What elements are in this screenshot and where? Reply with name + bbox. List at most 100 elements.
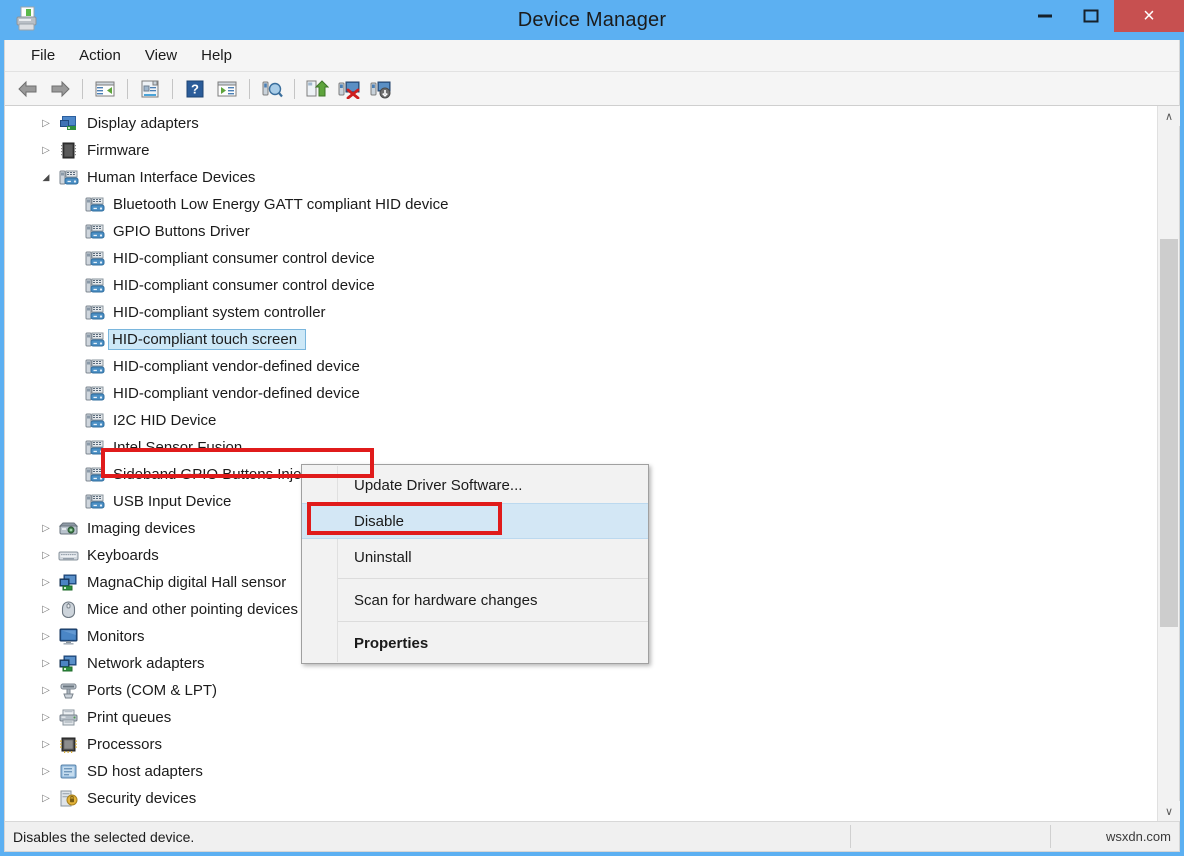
toolbar-separator bbox=[249, 79, 250, 99]
tree-node[interactable]: ▷Security devices bbox=[5, 785, 1157, 812]
toolbar-separator bbox=[172, 79, 173, 99]
device-manager-window: Device Manager × File Action View Help bbox=[0, 0, 1184, 856]
menu-file[interactable]: File bbox=[19, 44, 67, 67]
scan-for-hardware-changes-button[interactable] bbox=[257, 75, 287, 103]
status-divider bbox=[850, 825, 851, 848]
client-area: File Action View Help bbox=[4, 40, 1180, 852]
help-button[interactable]: ? bbox=[180, 75, 210, 103]
tree-node[interactable]: GPIO Buttons Driver bbox=[5, 218, 1157, 245]
scroll-down-button[interactable]: ∨ bbox=[1158, 801, 1180, 821]
collapse-triangle-icon[interactable]: ◢ bbox=[35, 172, 57, 183]
tree-node[interactable]: ▷ SD host adapters bbox=[5, 758, 1157, 785]
expand-triangle-icon[interactable]: ▷ bbox=[35, 145, 57, 156]
tree-node[interactable]: ◢Human Interface Devices bbox=[5, 164, 1157, 191]
context-menu-item-scan-for-hardware-changes[interactable]: Scan for hardware changes bbox=[302, 582, 648, 618]
tree-node-label: GPIO Buttons Driver bbox=[111, 222, 252, 241]
vertical-scrollbar[interactable]: ∧ ∨ bbox=[1157, 106, 1179, 821]
disable-device-button[interactable] bbox=[366, 75, 396, 103]
hid-device-icon bbox=[83, 438, 105, 458]
hid-device-icon bbox=[83, 303, 105, 323]
tree-node-label: Ports (COM & LPT) bbox=[85, 681, 219, 700]
sd-card-icon bbox=[57, 762, 79, 782]
tree-node[interactable]: HID-compliant vendor-defined device bbox=[5, 380, 1157, 407]
expand-triangle-icon[interactable]: ▷ bbox=[35, 658, 57, 669]
show-hide-console-tree-button[interactable] bbox=[90, 75, 120, 103]
minimize-icon bbox=[1038, 15, 1052, 18]
watermark-text: wsxdn.com bbox=[1106, 829, 1171, 844]
expand-triangle-icon[interactable]: ▷ bbox=[35, 550, 57, 561]
expand-triangle-icon[interactable]: ▷ bbox=[35, 793, 57, 804]
expand-triangle-icon[interactable]: ▷ bbox=[35, 577, 57, 588]
tree-node[interactable]: HID-compliant system controller bbox=[5, 299, 1157, 326]
expand-triangle-icon[interactable]: ▷ bbox=[35, 523, 57, 534]
expand-triangle-icon[interactable]: ▷ bbox=[35, 685, 57, 696]
expand-triangle-icon[interactable]: ▷ bbox=[35, 766, 57, 777]
expand-triangle-icon[interactable]: ▷ bbox=[35, 604, 57, 615]
context-menu-item-uninstall[interactable]: Uninstall bbox=[302, 539, 648, 575]
tree-node-label: Processors bbox=[85, 735, 164, 754]
maximize-button[interactable] bbox=[1068, 0, 1114, 32]
toolbar: ? bbox=[5, 72, 1179, 106]
close-button[interactable]: × bbox=[1114, 0, 1184, 32]
firmware-chip-icon bbox=[57, 141, 79, 161]
menu-view[interactable]: View bbox=[133, 44, 189, 67]
tree-node-label: SD host adapters bbox=[85, 762, 205, 781]
hid-icon bbox=[57, 168, 79, 188]
show-hide-action-pane-button[interactable] bbox=[212, 75, 242, 103]
keyboard-icon bbox=[57, 546, 79, 566]
tree-node[interactable]: Bluetooth Low Energy GATT compliant HID … bbox=[5, 191, 1157, 218]
hid-device-icon bbox=[83, 276, 105, 296]
window-title: Device Manager bbox=[0, 0, 1184, 40]
uninstall-device-button[interactable] bbox=[334, 75, 364, 103]
expand-triangle-icon[interactable]: ▷ bbox=[35, 631, 57, 642]
context-menu[interactable]: Update Driver Software...DisableUninstal… bbox=[301, 464, 649, 664]
tree-node[interactable]: HID-compliant consumer control device bbox=[5, 272, 1157, 299]
tree-node-label: I2C HID Device bbox=[111, 411, 218, 430]
back-button[interactable] bbox=[13, 75, 43, 103]
update-driver-button[interactable] bbox=[302, 75, 332, 103]
mouse-icon bbox=[57, 600, 79, 620]
processor-icon bbox=[57, 735, 79, 755]
printer-icon bbox=[57, 708, 79, 728]
properties-button[interactable] bbox=[135, 75, 165, 103]
tree-node[interactable]: HID-compliant vendor-defined device bbox=[5, 353, 1157, 380]
tree-node[interactable]: ▷ Print queues bbox=[5, 704, 1157, 731]
expand-triangle-icon[interactable]: ▷ bbox=[35, 739, 57, 750]
status-bar: Disables the selected device. wsxdn.com bbox=[5, 821, 1179, 851]
tree-node[interactable]: ▷ Ports (COM & LPT) bbox=[5, 677, 1157, 704]
hid-device-icon bbox=[83, 357, 105, 377]
tree-node[interactable]: ▷Firmware bbox=[5, 137, 1157, 164]
forward-button[interactable] bbox=[45, 75, 75, 103]
status-message: Disables the selected device. bbox=[5, 829, 194, 845]
context-menu-item-disable[interactable]: Disable bbox=[302, 503, 648, 539]
port-icon bbox=[57, 681, 79, 701]
tree-node-label: Print queues bbox=[85, 708, 173, 727]
context-menu-separator bbox=[338, 578, 648, 579]
tree-node[interactable]: HID-compliant consumer control device bbox=[5, 245, 1157, 272]
tree-node-label: Mice and other pointing devices bbox=[85, 600, 300, 619]
context-menu-item-update-driver-software[interactable]: Update Driver Software... bbox=[302, 467, 648, 503]
tree-node-label: HID-compliant consumer control device bbox=[111, 249, 377, 268]
tree-node-label: HID-compliant system controller bbox=[111, 303, 328, 322]
tree-node-selected[interactable]: HID-compliant touch screen bbox=[5, 326, 1157, 353]
display-adapter-icon bbox=[57, 114, 79, 134]
status-divider bbox=[1050, 825, 1051, 848]
tree-node[interactable]: I2C HID Device bbox=[5, 407, 1157, 434]
tree-node[interactable]: ▷ Processors bbox=[5, 731, 1157, 758]
expand-triangle-icon[interactable]: ▷ bbox=[35, 712, 57, 723]
scrollbar-thumb[interactable] bbox=[1160, 239, 1178, 627]
context-menu-item-properties[interactable]: Properties bbox=[302, 625, 648, 661]
expand-triangle-icon[interactable]: ▷ bbox=[35, 118, 57, 129]
tree-node-label: Monitors bbox=[85, 627, 147, 646]
hid-device-icon bbox=[83, 492, 105, 512]
tree-node[interactable]: Intel Sensor Fusion bbox=[5, 434, 1157, 461]
tree-node-label: Display adapters bbox=[85, 114, 201, 133]
menu-help[interactable]: Help bbox=[189, 44, 244, 67]
scroll-up-button[interactable]: ∧ bbox=[1158, 106, 1180, 126]
tree-node-label: Keyboards bbox=[85, 546, 161, 565]
menu-action[interactable]: Action bbox=[67, 44, 133, 67]
toolbar-separator bbox=[82, 79, 83, 99]
minimize-button[interactable] bbox=[1022, 0, 1068, 32]
tree-node-label: MagnaChip digital Hall sensor bbox=[85, 573, 288, 592]
tree-node[interactable]: ▷ Display adapters bbox=[5, 110, 1157, 137]
